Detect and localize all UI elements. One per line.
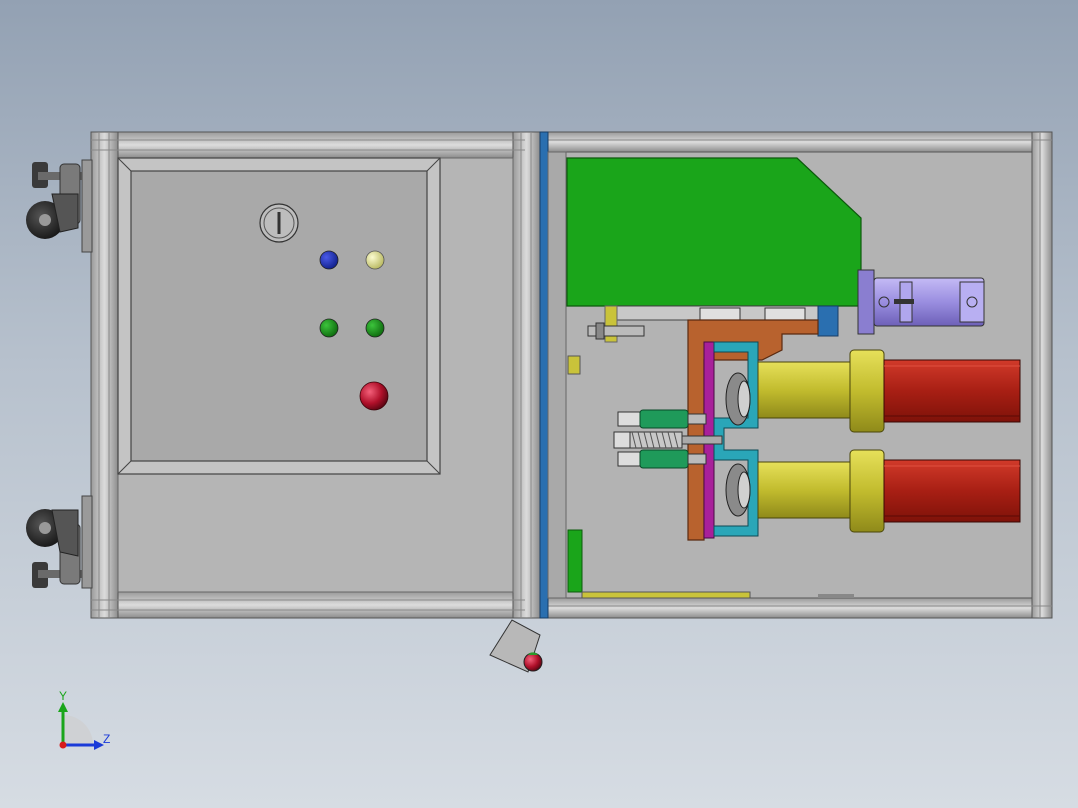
red-pushbutton[interactable] — [359, 381, 389, 411]
green-indicator-light-left — [319, 318, 339, 338]
purple-servo-motor — [857, 269, 985, 335]
blue-indicator-light — [319, 250, 339, 270]
caster-bottom — [26, 495, 93, 589]
graphics-viewport[interactable]: Y Z — [0, 0, 1078, 808]
foot-switch[interactable] — [489, 619, 543, 673]
caster-top — [26, 159, 93, 253]
cad-model-view[interactable]: Y Z — [0, 0, 1078, 808]
lower-pulley — [725, 463, 751, 517]
green-indicator-light-right — [365, 318, 385, 338]
z-axis-label: Z — [103, 732, 110, 746]
upper-pulley — [725, 372, 751, 426]
power-switch-icon[interactable] — [259, 203, 299, 243]
yellow-indicator-light — [365, 250, 385, 270]
coordinate-triad: Y Z — [58, 689, 110, 750]
green-mounting-plate — [566, 157, 862, 307]
y-axis-label: Y — [59, 689, 67, 703]
